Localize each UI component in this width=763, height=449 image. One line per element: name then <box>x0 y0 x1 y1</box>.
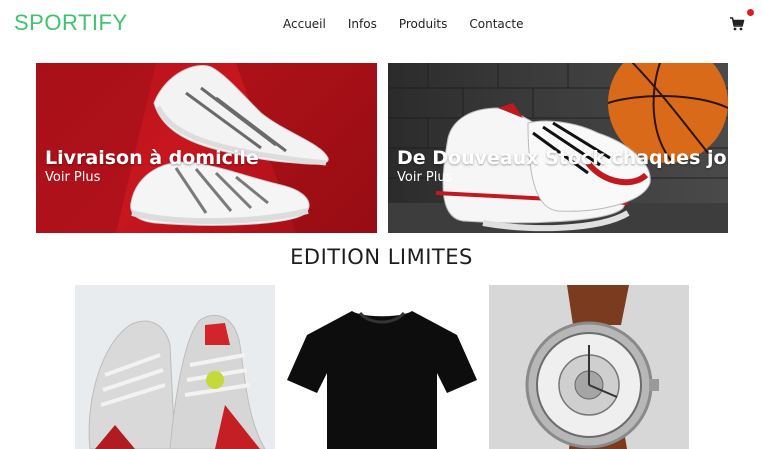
tshirt-image <box>287 311 477 449</box>
main-nav: Accueil Infos Produits Contacte <box>283 17 545 31</box>
banner-title: Livraison à domicile <box>45 147 259 169</box>
banner-new-stock[interactable]: De Douveaux Stock chaques jours Voir Plu… <box>388 63 728 233</box>
nav-infos[interactable]: Infos <box>348 17 377 31</box>
site-logo[interactable]: SPORTIFY <box>14 10 128 36</box>
banner-title: De Douveaux Stock chaques jours <box>397 147 728 169</box>
product-card-tshirt[interactable] <box>282 285 482 449</box>
nav-accueil[interactable]: Accueil <box>283 17 326 31</box>
sneaker-image <box>88 314 266 449</box>
section-title: EDITION LIMITES <box>290 245 473 269</box>
banner-see-more-link[interactable]: Voir Plus <box>45 170 100 185</box>
product-card-sneaker[interactable] <box>75 285 275 449</box>
nav-contacte[interactable]: Contacte <box>469 17 523 31</box>
cart-icon[interactable] <box>729 16 745 32</box>
banner-delivery[interactable]: Livraison à domicile Voir Plus <box>36 63 377 233</box>
nav-produits[interactable]: Produits <box>399 17 448 31</box>
product-card-watch[interactable] <box>489 285 689 449</box>
watch-image <box>525 285 659 449</box>
banner-see-more-link[interactable]: Voir Plus <box>397 170 452 185</box>
cart-badge <box>747 9 754 16</box>
